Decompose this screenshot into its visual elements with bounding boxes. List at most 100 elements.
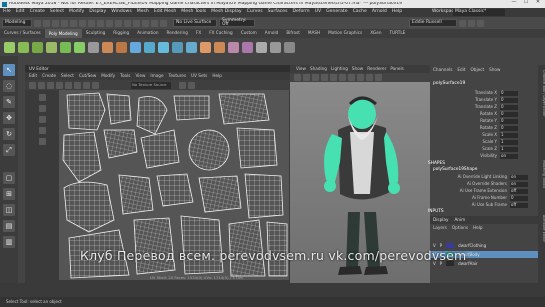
toggle-channel-box-icon[interactable] [477, 19, 484, 27]
single-pane-layout-icon[interactable]: ▢ [3, 172, 15, 184]
lights-icon[interactable] [348, 74, 355, 81]
shelf-tab-turtle[interactable]: TURTLE [386, 31, 410, 35]
uv-shell[interactable] [244, 173, 284, 219]
time-slider[interactable] [0, 283, 545, 297]
layers-menu-options[interactable]: Options [452, 225, 468, 230]
shelf-tab-bifrost[interactable]: Bifrost [282, 31, 304, 35]
menu-create[interactable]: Create [30, 10, 45, 15]
vp-menu-panels[interactable]: Panels [390, 66, 403, 71]
scale-tool-icon[interactable]: ⤢ [3, 144, 15, 156]
uv-shell[interactable] [62, 131, 102, 183]
shelf-tab-poly-modeling[interactable]: Poly Modeling [44, 29, 82, 38]
uv-select-icon[interactable] [29, 81, 36, 89]
poly-cube-icon[interactable] [18, 41, 29, 53]
uv-move-icon[interactable] [38, 81, 45, 89]
menu-edit[interactable]: Edit [16, 10, 25, 15]
graph-layout-icon[interactable]: ▥ [3, 236, 15, 248]
uv-shell[interactable] [188, 129, 230, 171]
menu-display[interactable]: Display [89, 10, 106, 15]
layers-menu-layers[interactable]: Layers [433, 225, 447, 230]
uv-shell[interactable] [66, 92, 106, 131]
symmetry-select[interactable]: Symmetry: Off [219, 18, 255, 27]
uv-menu-edit[interactable]: Edit [29, 73, 37, 78]
insert-edge-loop-icon[interactable] [214, 41, 225, 53]
smooth-icon[interactable] [228, 41, 239, 53]
uv-grid-icon[interactable] [65, 81, 72, 89]
uv-shell[interactable] [136, 96, 168, 135]
multi-cut-icon[interactable] [200, 41, 211, 53]
uv-menu-create[interactable]: Create [42, 73, 56, 78]
snap-curve-icon[interactable] [115, 19, 122, 27]
uv-shell[interactable] [118, 174, 154, 215]
uv-snapshot-icon[interactable] [179, 81, 186, 89]
ipr-render-icon[interactable] [151, 19, 158, 27]
extrude-icon[interactable] [130, 41, 141, 53]
open-scene-icon[interactable] [43, 19, 50, 27]
menu-surfaces[interactable]: Surfaces [268, 10, 288, 15]
select-component-icon[interactable] [97, 19, 104, 27]
poly-sphere-icon[interactable] [4, 41, 15, 53]
mode-select[interactable]: Modeling [2, 19, 32, 27]
uv-menu-textures[interactable]: Textures [169, 73, 187, 78]
fill-hole-icon[interactable] [172, 41, 183, 53]
menu-edit-mesh[interactable]: Edit Mesh [154, 10, 176, 15]
shelf-tab-rendering[interactable]: Rendering [163, 31, 192, 35]
uv-menu-modify[interactable]: Modify [101, 73, 115, 78]
layer-playback-toggle[interactable]: P [440, 243, 442, 248]
wireframe-icon[interactable] [321, 74, 328, 81]
shelf-tab-sculpting[interactable]: Sculpting [82, 31, 110, 35]
menu-modify[interactable]: Modify [69, 10, 84, 15]
poly-torus-icon[interactable] [60, 41, 71, 53]
four-pane-layout-icon[interactable]: ⊞ [3, 188, 15, 200]
separate-icon[interactable] [116, 41, 127, 53]
select-hierarchy-icon[interactable] [79, 19, 86, 27]
side-tab-channel-box[interactable]: Channel Box / Layer Editor [538, 70, 545, 117]
uv-scale-icon[interactable] [56, 81, 63, 89]
textured-icon[interactable] [339, 74, 346, 81]
planar-map-icon[interactable] [270, 41, 281, 53]
uv-menu-uv-sets[interactable]: UV Sets [191, 73, 207, 78]
lasso-tool-icon[interactable]: ◌ [3, 80, 15, 92]
shelf-tab-rigging[interactable]: Rigging [109, 31, 133, 35]
render-icon[interactable] [142, 19, 149, 27]
uv-sew-icon[interactable] [38, 138, 46, 145]
uv-shell[interactable] [218, 93, 270, 125]
two-pane-layout-icon[interactable]: ◫ [3, 204, 15, 216]
uv-shell[interactable] [198, 175, 242, 213]
uv-distortion-icon[interactable] [92, 81, 99, 89]
save-scene-icon[interactable] [52, 19, 59, 27]
layers-menu-help[interactable]: Help [473, 225, 483, 230]
camera-icon[interactable] [294, 74, 301, 81]
uv-menu-tools[interactable]: Tools [120, 73, 130, 78]
user-account[interactable]: Eddie Russell [409, 19, 457, 27]
undo-icon[interactable] [61, 19, 68, 27]
shelf-tab-motion-graphics[interactable]: Motion Graphics [324, 31, 366, 35]
rotate-tool-icon[interactable]: ↻ [3, 128, 15, 140]
tab-anim[interactable]: Anim [454, 217, 465, 222]
texture-source-field[interactable]: No Texture Source [131, 81, 171, 89]
minimize-button[interactable]: — [508, 0, 520, 8]
uv-shell[interactable] [236, 127, 278, 169]
paint-select-tool-icon[interactable]: ✎ [3, 96, 15, 108]
combine-icon[interactable] [102, 41, 113, 53]
menu-help[interactable]: Help [392, 10, 402, 15]
menu-select[interactable]: Select [50, 10, 64, 15]
vp-menu-show[interactable]: Show [352, 66, 363, 71]
shelf-tab-arnold[interactable]: Arnold [261, 31, 283, 35]
menu-arnold[interactable]: Arnold [372, 10, 387, 15]
cb-menu-object[interactable]: Object [470, 67, 484, 72]
poly-plane-icon[interactable] [74, 41, 85, 53]
menu-deform[interactable]: Deform [293, 10, 310, 15]
uv-layout-icon[interactable] [38, 116, 46, 123]
menu-mesh-display[interactable]: Mesh Display [211, 10, 242, 15]
uv-frame-all-icon[interactable] [188, 81, 195, 89]
shelf-tab-mash[interactable]: MASH [304, 31, 324, 35]
uv-rotate-icon[interactable] [47, 81, 54, 89]
uv-menu-help[interactable]: Help [212, 73, 222, 78]
snap-grid-icon[interactable] [106, 19, 113, 27]
live-surface-field[interactable]: No Live Surface [173, 19, 217, 27]
uv-shaded-icon[interactable] [83, 81, 90, 89]
menu-uv[interactable]: UV [315, 10, 322, 15]
snap-point-icon[interactable] [124, 19, 131, 27]
redo-icon[interactable] [70, 19, 77, 27]
